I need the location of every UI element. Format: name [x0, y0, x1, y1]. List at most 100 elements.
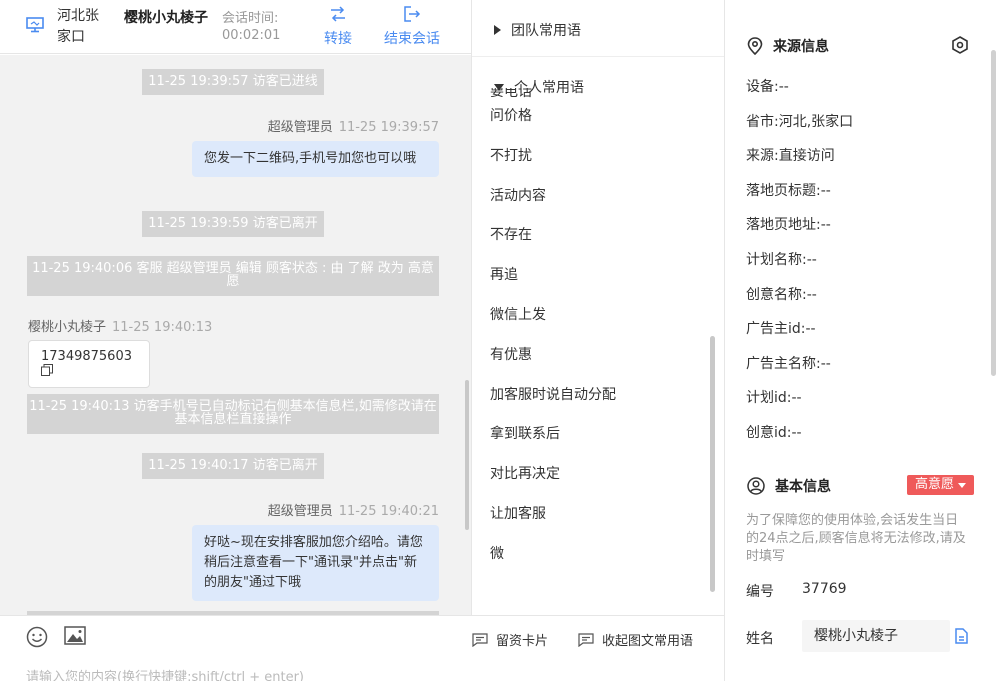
phrase-item[interactable]: 不存在 — [490, 223, 710, 263]
sender-name: 樱桃小丸棱子 — [28, 320, 107, 335]
source-field-label: 设备: — [746, 79, 779, 95]
sender-name: 超级管理员 — [267, 504, 333, 519]
phrases-scrollbar[interactable] — [710, 336, 715, 592]
sender-name: 超级管理员 — [267, 120, 333, 135]
settings-icon[interactable] — [951, 36, 969, 54]
session-time-label: 会话时间: — [222, 11, 279, 26]
phrase-item[interactable]: 微 — [490, 542, 710, 582]
transfer-button[interactable]: 转接 — [306, 4, 370, 48]
phrase-item[interactable]: 再追 — [490, 263, 710, 303]
source-field-label: 计划名称: — [746, 252, 807, 268]
customer-name-field[interactable]: 樱桃小丸棱子 — [802, 620, 950, 652]
phrase-item[interactable]: 加客服时说自动分配 — [490, 383, 710, 423]
system-message: 11-25 19:39:57 访客已进线 — [142, 69, 324, 95]
phrase-item[interactable]: 让加客服 — [490, 502, 710, 542]
phrase-item[interactable]: 微信上发 — [490, 303, 710, 343]
source-field: 落地页标题:-- — [746, 180, 831, 200]
system-message: 11-25 19:39:59 访客已离开 — [142, 211, 324, 237]
source-field-label: 创意id: — [746, 425, 792, 441]
source-field-value: -- — [791, 390, 802, 407]
message-meta: 超级管理员 11-25 19:40:21 — [268, 500, 439, 519]
source-field-value: 直接访问 — [778, 148, 835, 165]
divider — [472, 56, 724, 57]
source-field-label: 计划id: — [746, 390, 792, 407]
system-message: 11-25 19:40:06 客服 超级管理员 编辑 顾客状态 : 由 了解 改… — [27, 256, 439, 296]
lead-card-button[interactable]: 留资卡片 — [472, 630, 548, 649]
system-message: 11-25 19:40:17 访客已离开 — [142, 453, 324, 479]
phrase-item[interactable]: 问价格 — [490, 104, 710, 144]
visitor-message-text: 17349875603 — [41, 349, 132, 364]
chat-scrollbar[interactable] — [465, 380, 469, 530]
message-meta: 樱桃小丸棱子 11-25 19:40:13 — [28, 316, 212, 335]
source-field: 计划名称:-- — [746, 249, 817, 269]
logout-icon — [404, 6, 421, 22]
source-field-value: -- — [806, 286, 817, 303]
emoji-icon[interactable] — [26, 626, 48, 648]
agent-message: 好哒~现在安排客服加您介绍哈。请您稍后注意查看一下"通讯录"并点击"新的朋友"通… — [192, 525, 439, 601]
agent-message: 您发一下二维码,手机号加您也可以哦 — [192, 141, 439, 177]
customer-name-label: 姓名 — [746, 631, 774, 647]
session-time: 00:02:01 — [222, 28, 281, 43]
user-icon — [747, 477, 765, 495]
customer-id-value: 37769 — [802, 581, 847, 597]
source-field: 省市:河北,张家口 — [746, 111, 853, 131]
phrase-item[interactable]: 对比再决定 — [490, 462, 710, 502]
collapse-phrases-label: 收起图文常用语 — [602, 634, 694, 649]
session-header: 河北张家口 樱桃小丸棱子 会话时间: 00:02:01 转接 结束会话 — [0, 0, 471, 54]
info-scrollbar[interactable] — [991, 50, 996, 376]
monitor-icon — [26, 17, 44, 33]
source-field: 计划id:-- — [746, 387, 802, 407]
image-icon[interactable] — [64, 626, 86, 646]
chat-messages[interactable]: 11-25 19:39:57 访客已进线 超级管理员 11-25 19:39:57… — [0, 55, 471, 615]
phrase-item[interactable]: 活动内容 — [490, 184, 710, 224]
caret-right-icon — [494, 25, 501, 35]
phrases-panel: 团队常用语 个人常用语 要电话 问价格 不打扰 活动内容 不存在 再追 微信上发 有优惠 加客… — [471, 0, 724, 615]
team-phrases-group[interactable]: 团队常用语 — [494, 20, 581, 40]
basic-info-title: 基本信息 — [747, 476, 831, 496]
phrase-item-partial[interactable]: 要电话 — [490, 88, 550, 102]
copy-icon[interactable] — [41, 364, 53, 376]
source-field: 落地页地址:-- — [746, 214, 831, 234]
chat-workspace: 河北张家口 樱桃小丸棱子 会话时间: 00:02:01 转接 结束会话 11-2… — [0, 0, 999, 681]
source-field: 来源:直接访问 — [746, 145, 835, 165]
intent-status-label: 高意愿 — [915, 477, 955, 492]
visitor-location: 河北张家口 — [57, 8, 99, 45]
message-time: 11-25 19:40:13 — [112, 320, 213, 335]
transfer-icon — [331, 6, 345, 22]
system-message: 11-25 19:40:13 访客手机号已自动标记右侧基本信息栏,如需修改请在基… — [27, 394, 439, 434]
phrase-item[interactable]: 不打扰 — [490, 144, 710, 184]
basic-info-label: 基本信息 — [775, 479, 831, 495]
source-info-label: 来源信息 — [773, 39, 829, 55]
visitor-message: 17349875603 — [28, 340, 150, 388]
source-field-label: 创意名称: — [746, 286, 807, 303]
copy-icon[interactable] — [954, 628, 968, 644]
source-field-value: -- — [820, 182, 831, 199]
source-field-value: -- — [806, 252, 817, 268]
location-pin-icon — [747, 37, 763, 55]
team-phrases-label: 团队常用语 — [511, 23, 581, 39]
message-composer: 留资卡片 收起图文常用语 请输入您的内容(换行快捷键:shift/ctrl + … — [0, 615, 724, 681]
source-field-label: 省市: — [746, 113, 779, 130]
phrase-item[interactable]: 拿到联系后 — [490, 422, 710, 462]
message-time: 11-25 19:40:21 — [338, 504, 439, 519]
source-field-label: 来源: — [746, 148, 779, 165]
end-session-button[interactable]: 结束会话 — [380, 4, 444, 48]
source-field: 广告主id:-- — [746, 318, 816, 338]
source-field-value: -- — [778, 79, 789, 95]
source-field-label: 落地页标题: — [746, 182, 821, 199]
collapse-phrases-button[interactable]: 收起图文常用语 — [578, 630, 693, 649]
end-session-label: 结束会话 — [384, 31, 440, 47]
phrase-item[interactable]: 有优惠 — [490, 343, 710, 383]
intent-status-dropdown[interactable]: 高意愿 — [907, 475, 975, 495]
source-field-label: 广告主名称: — [746, 355, 821, 372]
source-field-value: 河北,张家口 — [778, 113, 854, 130]
source-field-value: -- — [791, 425, 802, 441]
message-input[interactable]: 请输入您的内容(换行快捷键:shift/ctrl + enter) — [26, 666, 304, 681]
phrase-list: 问价格 不打扰 活动内容 不存在 再追 微信上发 有优惠 加客服时说自动分配 拿到联系后 对比再决… — [490, 104, 710, 604]
customer-id-label: 编号 — [746, 584, 774, 600]
message-time: 11-25 19:39:57 — [338, 120, 439, 135]
message-icon — [578, 632, 594, 647]
message-meta: 超级管理员 11-25 19:39:57 — [268, 116, 439, 135]
phrase-text: 要电话 — [490, 88, 532, 100]
transfer-label: 转接 — [324, 31, 352, 47]
